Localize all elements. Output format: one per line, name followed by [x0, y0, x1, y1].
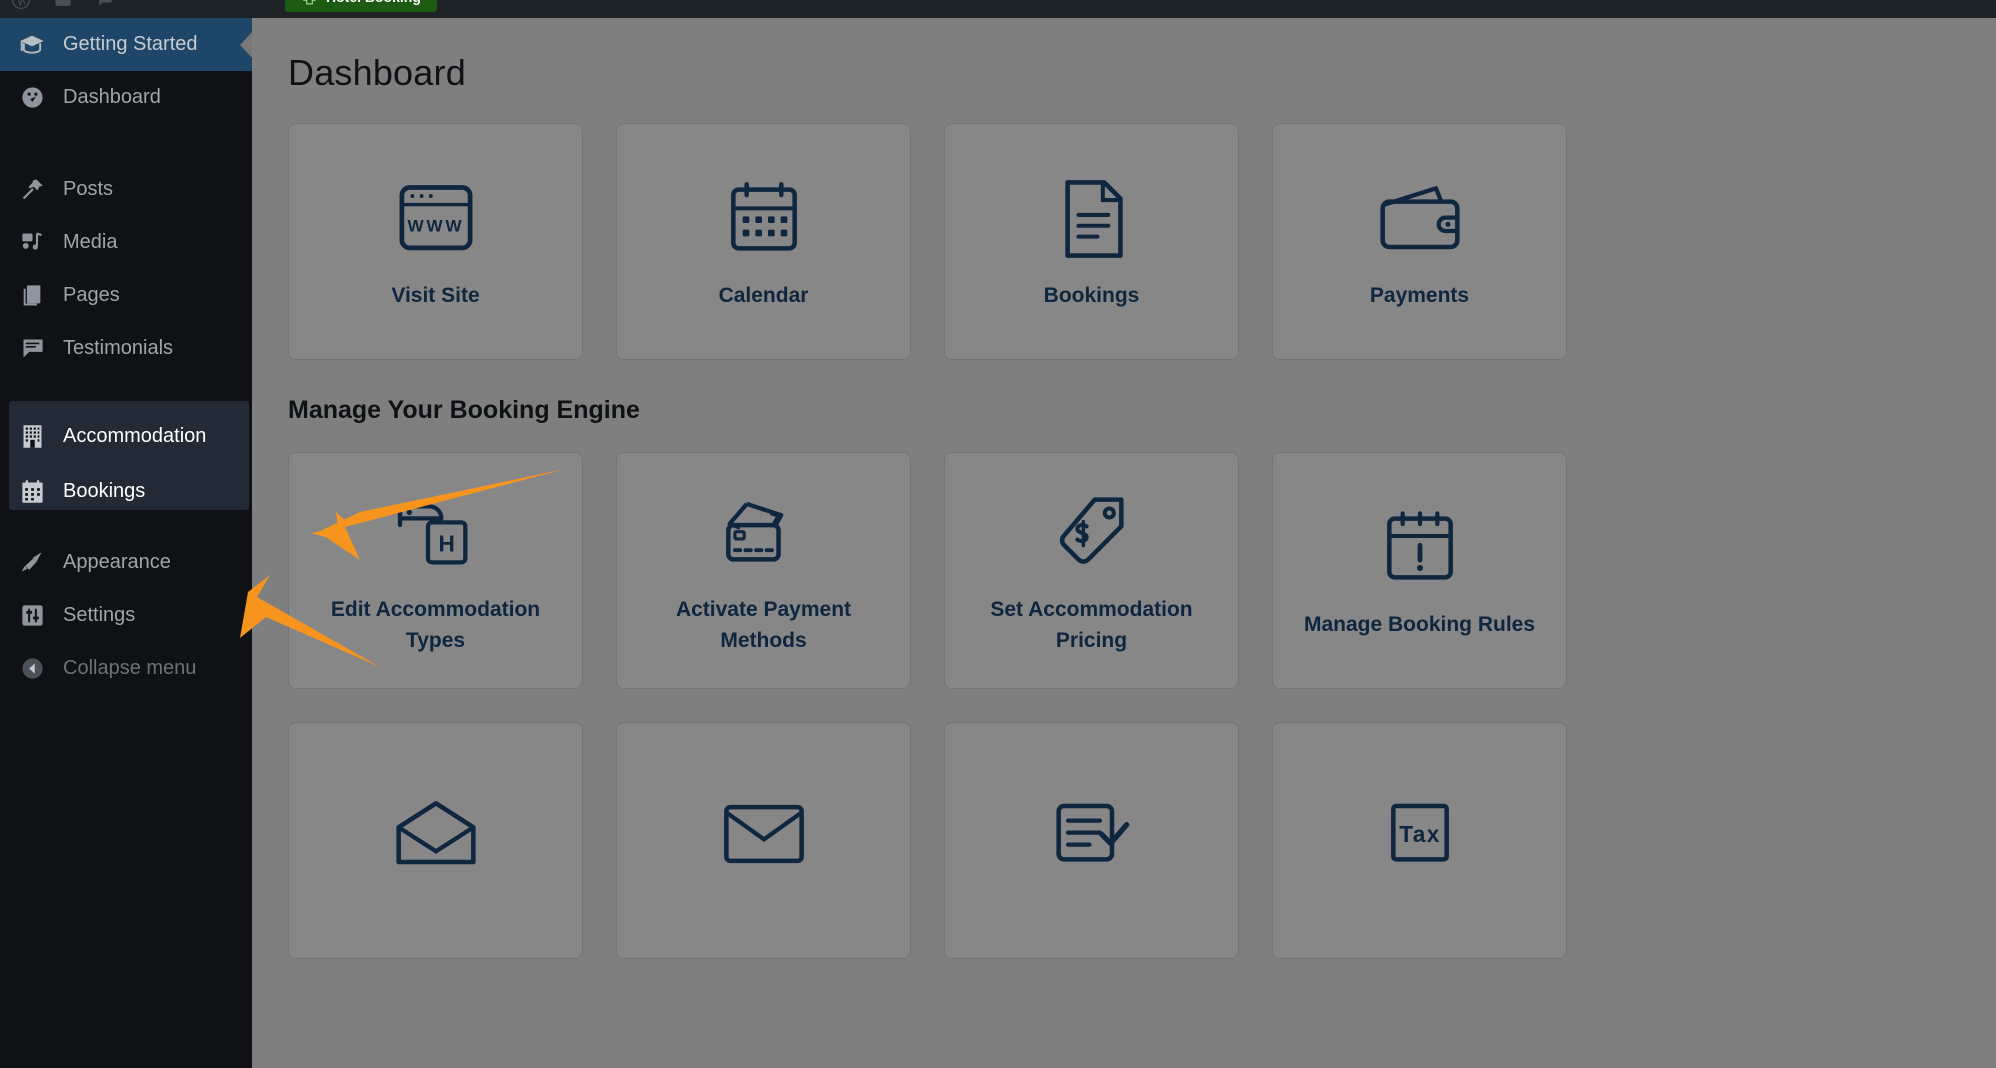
sidebar-item-media[interactable]: Media — [0, 216, 252, 269]
building-icon — [17, 422, 47, 452]
card-set-accommodation-pricing[interactable]: Set Accommodation Pricing — [944, 452, 1239, 689]
wordpress-logo-icon — [12, 0, 30, 9]
comments-icon — [99, 0, 112, 6]
sidebar-item-getting-started[interactable]: Getting Started — [0, 18, 253, 71]
pin-icon — [17, 175, 47, 205]
sidebar-item-settings[interactable]: Settings — [0, 589, 252, 642]
price-tag-icon — [1044, 485, 1140, 581]
sidebar-item-label: Collapse menu — [63, 657, 197, 679]
sidebar-item-label: Pages — [63, 284, 120, 306]
svg-text:H: H — [438, 530, 454, 556]
hotel-booking-admin-bar-button[interactable]: Hotel Booking — [285, 0, 437, 12]
sidebar-item-label: Appearance — [63, 551, 171, 573]
collapse-arrow-icon — [17, 654, 47, 684]
card-label: Visit Site — [391, 284, 480, 308]
bed-h-icon: H — [388, 485, 484, 581]
card-row3-1[interactable] — [288, 722, 583, 959]
card-label: Calendar — [718, 284, 809, 308]
card-payments[interactable]: Payments — [1272, 123, 1567, 360]
sidebar-item-dashboard[interactable]: Dashboard — [0, 71, 252, 124]
hotel-booking-button-label: Hotel Booking — [326, 0, 421, 5]
third-row: Tax — [288, 722, 1996, 959]
card-label: Activate Payment Methods — [675, 597, 852, 652]
sidebar-item-label: Dashboard — [63, 86, 161, 108]
quick-links-row: WWW Visit Site Calendar Bookings Payment… — [288, 123, 1996, 360]
sidebar-item-testimonials[interactable]: Testimonials — [0, 322, 252, 375]
booking-engine-row: H Edit Accommodation Types Activate Paym… — [288, 452, 1996, 689]
speech-bubble-icon — [17, 334, 47, 364]
calendar-alert-icon — [1372, 500, 1468, 596]
sidebar-item-posts[interactable]: Posts — [0, 163, 252, 216]
sidebar-item-label: Bookings — [63, 480, 146, 502]
wallet-icon — [1372, 171, 1468, 267]
card-visit-site[interactable]: WWW Visit Site — [288, 123, 583, 360]
envelope-open-icon — [388, 786, 484, 882]
card-row3-2[interactable] — [616, 722, 911, 959]
card-label: Payments — [1369, 284, 1470, 308]
plugin-icon — [303, 0, 316, 4]
card-manage-booking-rules[interactable]: Manage Booking Rules — [1272, 452, 1567, 689]
sidebar-item-label: Settings — [63, 604, 136, 626]
sidebar-item-collapse-menu[interactable]: Collapse menu — [0, 642, 252, 695]
page-title: Dashboard — [288, 52, 466, 93]
sidebar-item-pages[interactable]: Pages — [0, 269, 252, 322]
card-bookings[interactable]: Bookings — [944, 123, 1239, 360]
sidebar-item-label: Posts — [63, 178, 114, 200]
sidebar-item-label: Media — [63, 231, 118, 253]
envelope-icon — [716, 786, 812, 882]
admin-sidebar: Getting Started Dashboard Posts Media Pa… — [0, 18, 253, 1068]
admin-page: Hotel Booking Getting Started — [0, 0, 1996, 1068]
paintbrush-icon — [17, 548, 47, 578]
card-row3-3[interactable] — [944, 722, 1239, 959]
browser-www-icon: WWW — [388, 171, 484, 267]
svg-text:Tax: Tax — [1399, 821, 1440, 847]
sidebar-item-label: Accommodation — [63, 425, 207, 447]
dashboard-gauge-icon — [17, 83, 47, 113]
media-icon — [17, 228, 47, 258]
form-check-icon — [1044, 786, 1140, 882]
site-home-button[interactable] — [42, 0, 84, 18]
card-activate-payment-methods[interactable]: Activate Payment Methods — [616, 452, 911, 689]
dashboard-content: Dashboard WWW Visit Site Calendar Bookin… — [252, 18, 1996, 1068]
site-home-icon — [55, 0, 71, 6]
card-label: Set Accommodation Pricing — [990, 597, 1193, 652]
comments-button[interactable] — [84, 0, 126, 18]
credit-cards-icon — [716, 485, 812, 581]
card-row3-4[interactable]: Tax — [1272, 722, 1567, 959]
document-lines-icon — [1044, 171, 1140, 267]
card-label: Manage Booking Rules — [1303, 613, 1536, 637]
section-title-booking-engine: Manage Your Booking Engine — [288, 396, 640, 424]
sidebar-item-label: Testimonials — [63, 337, 174, 359]
settings-sliders-icon — [17, 601, 47, 631]
card-edit-accommodation-types[interactable]: H Edit Accommodation Types — [288, 452, 583, 689]
sidebar-item-appearance[interactable]: Appearance — [0, 536, 252, 589]
tax-box-icon: Tax — [1372, 786, 1468, 882]
pages-icon — [17, 281, 47, 311]
sidebar-item-bookings[interactable]: Bookings — [0, 465, 252, 518]
sidebar-item-accommodation[interactable]: Accommodation — [0, 410, 252, 463]
calendar-icon — [17, 477, 47, 507]
svg-text:WWW: WWW — [407, 217, 464, 236]
calendar-grid-icon — [716, 171, 812, 267]
card-label: Bookings — [1043, 284, 1140, 308]
wordpress-logo-button[interactable] — [0, 0, 42, 18]
card-label: Edit Accommodation Types — [330, 597, 541, 652]
card-calendar[interactable]: Calendar — [616, 123, 911, 360]
graduation-cap-icon — [17, 30, 47, 60]
sidebar-item-label: Getting Started — [63, 33, 198, 55]
